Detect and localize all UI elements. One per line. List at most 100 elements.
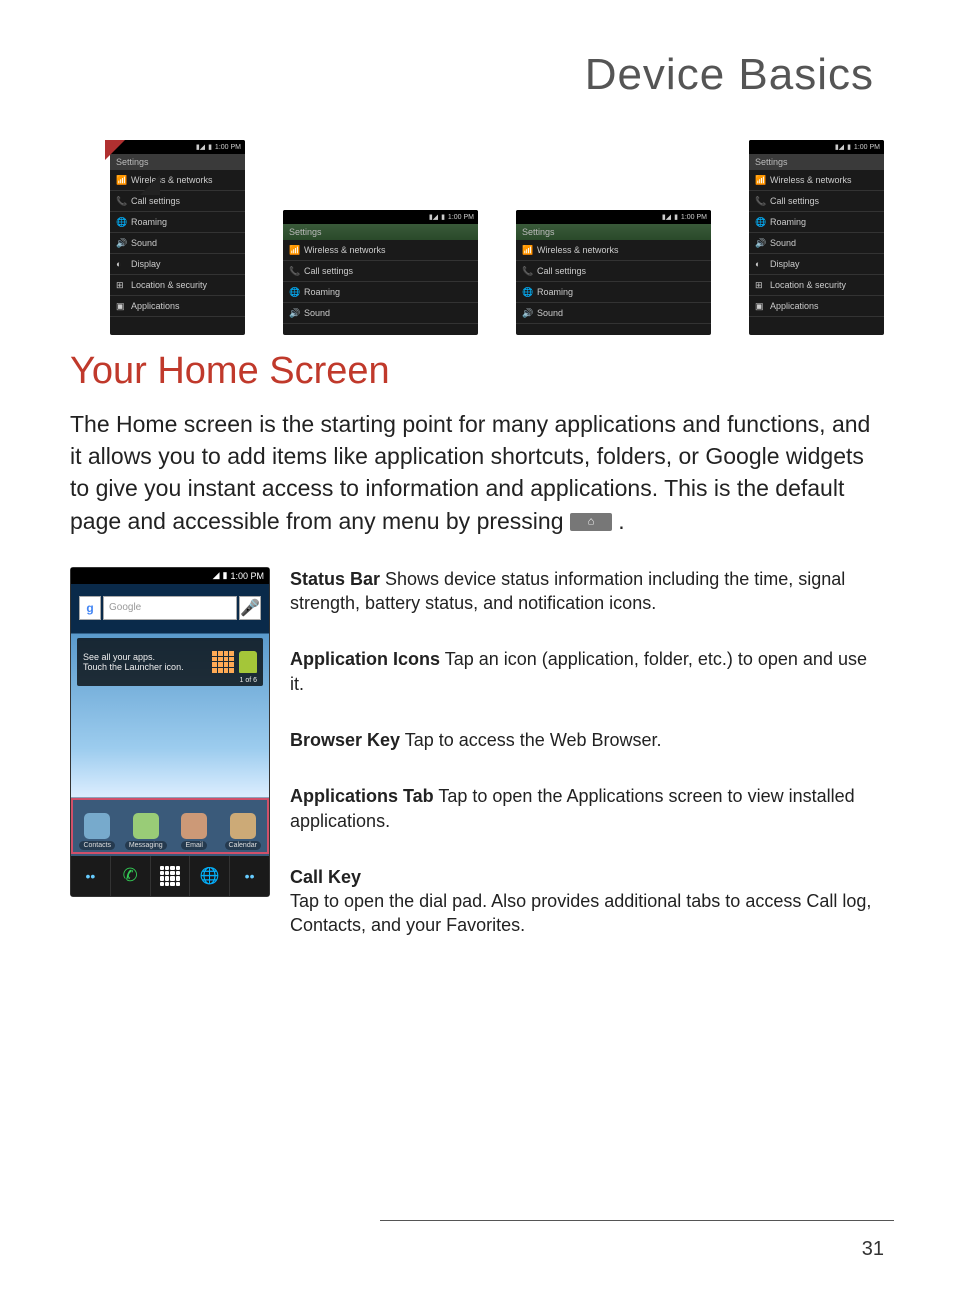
dock-label: Contacts [79, 841, 115, 850]
callout-browser: Browser Key Tap to access the Web Browse… [290, 728, 879, 752]
setting-roaming: 🌐Roaming [749, 212, 884, 233]
signal-icon: ▮◢ [196, 143, 205, 151]
status-bar: ▮◢ ▮ 1:00 PM [516, 210, 711, 224]
setting-call: 📞Call settings [749, 191, 884, 212]
callout-label: Browser Key [290, 730, 400, 750]
roaming-icon: 🌐 [116, 217, 126, 227]
sound-icon: 🔊 [755, 238, 765, 248]
wifi-icon: 📶 [289, 245, 299, 255]
applications-tab [151, 856, 191, 896]
setting-wireless: 📶Wireless & networks [283, 240, 478, 261]
location-icon: ⊞ [116, 280, 126, 290]
status-time: 1:00 PM [854, 144, 880, 151]
callout-text: Tap to access the Web Browser. [400, 730, 661, 750]
settings-screens-row: ▮◢ ▮ 1:00 PM Settings 📶Wireless & networ… [0, 120, 954, 320]
callout-status-bar: Status Bar Shows device status informati… [290, 567, 879, 616]
dock-label: Messaging [125, 841, 167, 850]
dock-label: Calendar [225, 841, 261, 850]
home-screen-diagram: ◢ ▮ 1:00 PM g Google 🎤 See all your apps… [0, 537, 954, 938]
setting-sound: 🔊Sound [283, 303, 478, 324]
dock-email: Email [170, 800, 219, 852]
setting-sound: 🔊Sound [110, 233, 245, 254]
roaming-icon: 🌐 [755, 217, 765, 227]
sound-icon: 🔊 [522, 308, 532, 318]
callout-label: Status Bar [290, 569, 380, 589]
callout-apps-tab: Applications Tab Tap to open the Applica… [290, 784, 879, 833]
page-header: Device Basics [0, 0, 954, 120]
battery-icon: ▮ [441, 213, 445, 221]
callout-label: Call Key [290, 867, 361, 887]
phone-icon: 📞 [522, 266, 532, 276]
page-rule [380, 1220, 894, 1221]
messaging-icon [133, 813, 159, 839]
dock-messaging: Messaging [122, 800, 171, 852]
mic-icon: 🎤 [239, 596, 261, 620]
callouts-column: Status Bar Shows device status informati… [290, 567, 879, 938]
display-icon: ◐ [116, 259, 126, 269]
setting-roaming: 🌐Roaming [110, 212, 245, 233]
contacts-icon [84, 813, 110, 839]
callout-label: Application Icons [290, 649, 440, 669]
setting-call: 📞Call settings [283, 261, 478, 282]
phone-icon: 📞 [289, 266, 299, 276]
tip-line-1: See all your apps. [83, 652, 184, 662]
status-time: 1:00 PM [215, 144, 241, 151]
setting-wireless: 📶Wireless & networks [516, 240, 711, 261]
apps-icon: ▣ [755, 301, 765, 311]
callout-label: Applications Tab [290, 786, 434, 806]
setting-sound: 🔊Sound [516, 303, 711, 324]
status-bar: ▮◢ ▮ 1:00 PM [283, 210, 478, 224]
search-widget: g Google 🎤 [79, 596, 261, 620]
battery-icon: ▮ [674, 213, 678, 221]
setting-location: ⊞Location & security [749, 275, 884, 296]
email-icon [181, 813, 207, 839]
phone-icon: 📞 [755, 196, 765, 206]
setting-apps: ▣Applications [749, 296, 884, 317]
display-icon: ◐ [755, 259, 765, 269]
sound-icon: 🔊 [116, 238, 126, 248]
android-icon [239, 651, 257, 673]
setting-wireless: 📶Wireless & networks [749, 170, 884, 191]
dock-calendar: Calendar [219, 800, 268, 852]
home-phone-screenshot: ◢ ▮ 1:00 PM g Google 🎤 See all your apps… [70, 567, 270, 897]
intro-period: . [618, 508, 624, 534]
settings-screen-3: ▮◢ ▮ 1:00 PM Settings 📶Wireless & networ… [516, 210, 711, 335]
setting-roaming: 🌐Roaming [516, 282, 711, 303]
signal-icon: ▮◢ [662, 213, 671, 221]
apps-grid-icon [160, 866, 180, 886]
dock-label: Email [181, 841, 207, 850]
settings-title: Settings [283, 224, 478, 240]
signal-icon: ◢ [213, 570, 220, 581]
google-g-icon: g [79, 596, 101, 620]
setting-apps: ▣Applications [110, 296, 245, 317]
page-number: 31 [862, 1238, 884, 1261]
nav-left: •• [71, 856, 111, 896]
callout-text: Tap to open the dial pad. Also provides … [290, 891, 871, 935]
settings-title: Settings [749, 154, 884, 170]
calendar-icon [230, 813, 256, 839]
settings-screen-4: ▮◢ ▮ 1:00 PM Settings 📶Wireless & networ… [749, 140, 884, 335]
status-time: 1:00 PM [448, 214, 474, 221]
settings-title: Settings [516, 224, 711, 240]
status-time: 1:00 PM [681, 214, 707, 221]
wifi-icon: 📶 [755, 175, 765, 185]
roaming-icon: 🌐 [289, 287, 299, 297]
home-status-bar: ◢ ▮ 1:00 PM [71, 568, 269, 584]
intro-text: The Home screen is the starting point fo… [70, 411, 870, 534]
tip-line-2: Touch the Launcher icon. [83, 662, 184, 672]
roaming-icon: 🌐 [522, 287, 532, 297]
status-bar: ▮◢ ▮ 1:00 PM [749, 140, 884, 154]
setting-location: ⊞Location & security [110, 275, 245, 296]
browser-key: 🌐 [190, 856, 230, 896]
battery-icon: ▮ [223, 570, 228, 581]
nav-bar: •• ✆ 🌐 •• [71, 856, 269, 896]
callout-call-key: Call Key Tap to open the dial pad. Also … [290, 865, 879, 938]
search-input: Google [103, 596, 237, 620]
tip-page: 1 of 6 [239, 677, 257, 684]
setting-roaming: 🌐Roaming [283, 282, 478, 303]
setting-display: ◐Display [749, 254, 884, 275]
signal-icon: ▮◢ [429, 213, 438, 221]
location-icon: ⊞ [755, 280, 765, 290]
launcher-tip: See all your apps. Touch the Launcher ic… [77, 638, 263, 686]
callout-app-icons: Application Icons Tap an icon (applicati… [290, 647, 879, 696]
